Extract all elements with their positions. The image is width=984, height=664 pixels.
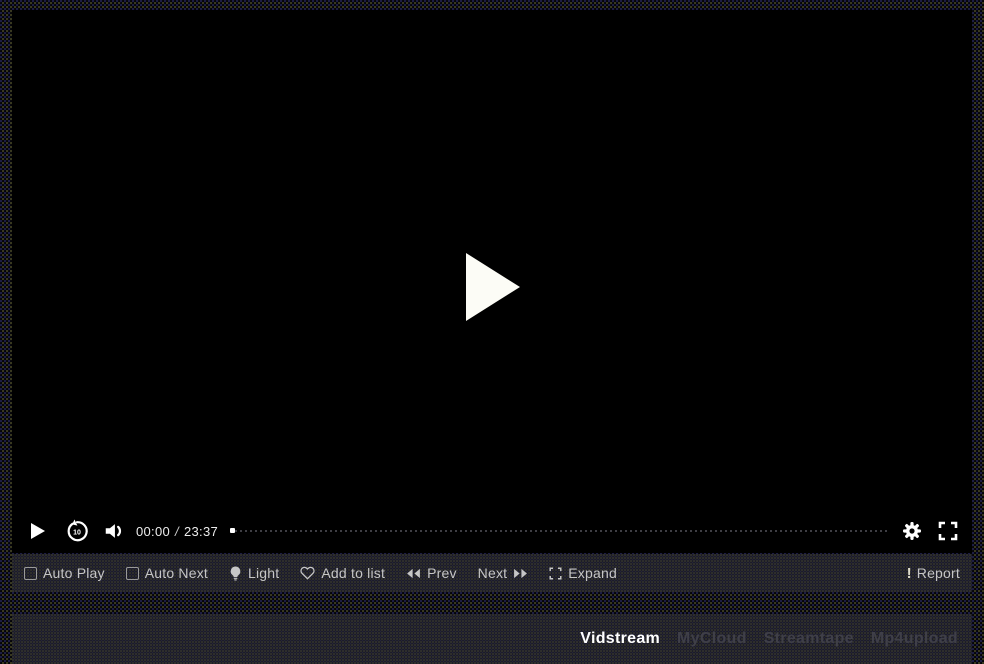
page-background: 10 00:00 / 23:37: [0, 0, 984, 664]
player-control-bar: 10 00:00 / 23:37: [12, 509, 972, 553]
light-toggle[interactable]: Light: [229, 565, 279, 581]
server-mycloud[interactable]: MyCloud: [677, 630, 747, 648]
rewind-10-button[interactable]: 10: [64, 518, 90, 544]
next-icon: [513, 568, 528, 579]
server-vidstream[interactable]: Vidstream: [580, 630, 660, 648]
seek-bar[interactable]: [230, 524, 887, 538]
auto-play-checkbox-icon[interactable]: [24, 567, 37, 580]
fullscreen-button[interactable]: [937, 521, 958, 542]
server-select-panel: Vidstream MyCloud Streamtape Mp4upload: [12, 614, 972, 664]
next-label: Next: [478, 565, 508, 581]
settings-gear-icon: [902, 521, 922, 541]
time-separator: /: [175, 524, 179, 539]
heart-icon: [300, 566, 315, 580]
auto-next-toggle[interactable]: Auto Next: [126, 565, 208, 581]
duration: 23:37: [184, 524, 218, 539]
add-to-list-button[interactable]: Add to list: [300, 565, 385, 581]
prev-episode-button[interactable]: Prev: [406, 565, 457, 581]
player-toolbar: Auto Play Auto Next Light Add to l: [12, 554, 972, 592]
big-play-button[interactable]: [464, 251, 522, 323]
time-display: 00:00 / 23:37: [136, 524, 218, 539]
playhead-handle[interactable]: [230, 528, 235, 533]
play-button[interactable]: [26, 519, 50, 543]
auto-next-checkbox-icon[interactable]: [126, 567, 139, 580]
add-to-list-label: Add to list: [321, 565, 385, 581]
auto-play-label: Auto Play: [43, 565, 105, 581]
fullscreen-icon: [938, 521, 958, 541]
next-episode-button[interactable]: Next: [478, 565, 529, 581]
report-button[interactable]: ! Report: [907, 565, 960, 582]
expand-icon: [549, 567, 562, 580]
expand-label: Expand: [568, 565, 617, 581]
play-icon: [30, 522, 46, 540]
lightbulb-icon: [229, 566, 242, 581]
auto-next-label: Auto Next: [145, 565, 208, 581]
expand-button[interactable]: Expand: [549, 565, 617, 581]
light-label: Light: [248, 565, 279, 581]
auto-play-toggle[interactable]: Auto Play: [24, 565, 105, 581]
volume-button[interactable]: [102, 519, 126, 543]
prev-label: Prev: [427, 565, 457, 581]
play-triangle-icon: [464, 251, 522, 323]
prev-icon: [406, 568, 421, 579]
volume-icon: [103, 520, 125, 542]
report-icon: !: [907, 565, 912, 582]
rewind-10-label: 10: [73, 529, 81, 536]
settings-button[interactable]: [901, 520, 923, 542]
seek-track: [230, 530, 887, 532]
server-mp4upload[interactable]: Mp4upload: [871, 630, 958, 648]
server-streamtape[interactable]: Streamtape: [764, 630, 854, 648]
video-player[interactable]: 10 00:00 / 23:37: [12, 10, 972, 553]
current-time: 00:00: [136, 524, 170, 539]
report-label: Report: [917, 565, 960, 581]
